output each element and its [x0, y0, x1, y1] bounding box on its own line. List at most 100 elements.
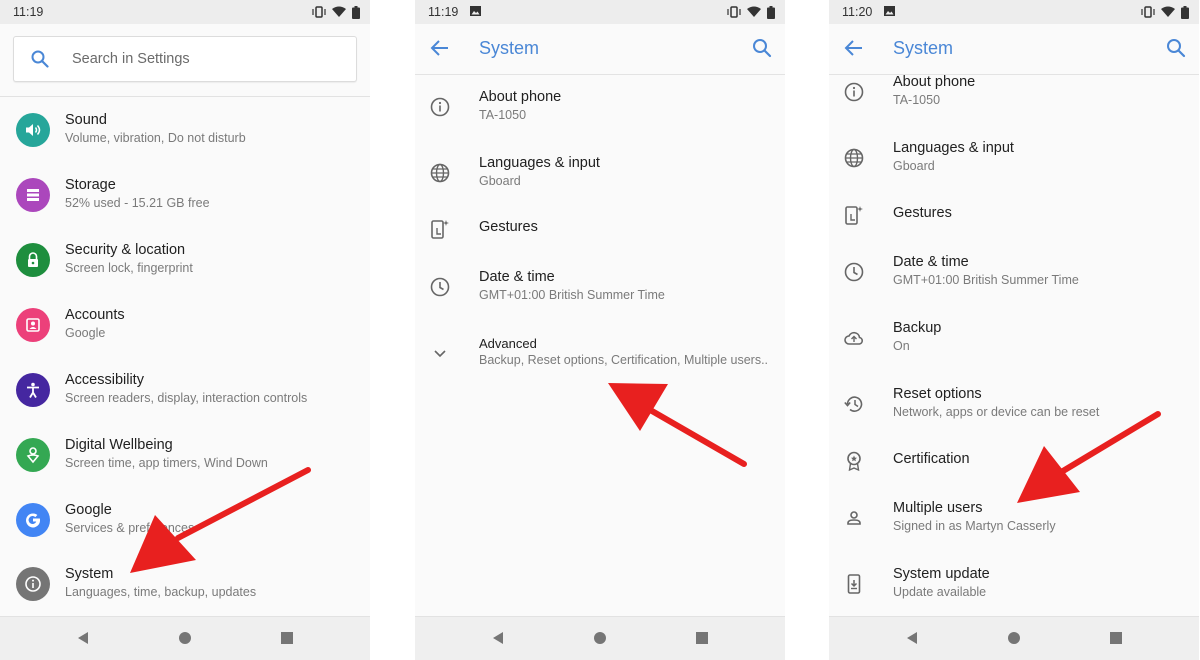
navigation-bar [0, 616, 370, 660]
status-bar: 11:20 [829, 0, 1199, 24]
nav-back-icon[interactable] [76, 631, 90, 645]
item-subtitle: Screen time, app timers, Wind Down [65, 456, 268, 470]
settings-item-accessibility[interactable]: Accessibility Screen readers, display, i… [0, 360, 370, 420]
system-item-about-phone[interactable]: About phone TA-1050 [415, 77, 785, 137]
wifi-icon [747, 6, 761, 17]
system-item-gestures[interactable]: Gestures [829, 185, 1199, 245]
status-bar: 11:19 [0, 0, 370, 24]
system-update-icon [847, 574, 861, 594]
item-subtitle: 52% used - 15.21 GB free [65, 196, 210, 210]
certificate-icon [847, 451, 861, 472]
battery-icon [1181, 5, 1189, 19]
navigation-bar [829, 616, 1199, 660]
item-title: Accounts [65, 307, 125, 323]
search-icon[interactable] [1166, 38, 1186, 58]
item-title: Storage [65, 177, 116, 193]
settings-search-bar[interactable]: Search in Settings [13, 36, 357, 82]
settings-item-accounts[interactable]: Accounts Google [0, 295, 370, 355]
divider [0, 96, 370, 97]
nav-back-icon[interactable] [905, 631, 919, 645]
settings-item-system[interactable]: System Languages, time, backup, updates [0, 554, 370, 614]
clock-icon [844, 262, 864, 282]
back-arrow-icon[interactable] [430, 39, 450, 57]
settings-item-security-location[interactable]: Security & location Screen lock, fingerp… [0, 230, 370, 290]
item-title: Reset options [893, 386, 982, 402]
status-time: 11:20 [842, 5, 873, 19]
system-item-advanced[interactable]: Advanced Backup, Reset options, Certific… [415, 323, 785, 383]
nav-back-icon[interactable] [491, 631, 505, 645]
settings-item-sound[interactable]: Sound Volume, vibration, Do not disturb [0, 100, 370, 160]
item-title: System [65, 566, 114, 582]
battery-icon [352, 5, 360, 19]
page-title: System [893, 38, 954, 58]
search-icon [31, 50, 49, 68]
status-icons [727, 5, 775, 19]
info-outline-icon [844, 82, 864, 102]
item-subtitle: Screen lock, fingerprint [65, 261, 193, 275]
status-icons [1141, 5, 1189, 19]
item-subtitle: Update available [893, 585, 987, 599]
system-item-reset-options[interactable]: Reset options Network, apps or device ca… [829, 374, 1199, 434]
system-item-backup[interactable]: Backup On [829, 308, 1199, 368]
lock-icon [16, 243, 50, 277]
system-item-multiple-users[interactable]: Multiple users Signed in as Martyn Casse… [829, 488, 1199, 548]
item-subtitle: Gboard [893, 159, 935, 173]
item-title: Gestures [479, 219, 538, 235]
item-subtitle: Volume, vibration, Do not disturb [65, 131, 246, 145]
item-title: Languages & input [479, 155, 600, 171]
chevron-down-icon [434, 350, 446, 358]
nav-recents-icon[interactable] [1110, 632, 1122, 644]
google-icon [16, 503, 50, 537]
nav-recents-icon[interactable] [281, 632, 293, 644]
item-subtitle: TA-1050 [479, 108, 527, 122]
system-item-system-update[interactable]: System update Update available [829, 554, 1199, 614]
globe-icon [844, 148, 864, 168]
system-item-languages-input[interactable]: Languages & input Gboard [829, 128, 1199, 188]
item-title: Gestures [893, 205, 952, 221]
back-arrow-icon[interactable] [844, 39, 864, 57]
item-subtitle: On [893, 339, 910, 353]
account-box-icon [16, 308, 50, 342]
nav-recents-icon[interactable] [696, 632, 708, 644]
wellbeing-icon [16, 438, 50, 472]
search-icon[interactable] [752, 38, 772, 58]
item-title: Date & time [479, 269, 555, 285]
search-placeholder: Search in Settings [72, 51, 190, 67]
system-item-gestures[interactable]: Gestures [415, 199, 785, 259]
image-notification-icon [470, 6, 481, 16]
nav-home-icon[interactable] [179, 632, 191, 644]
system-item-date-time[interactable]: Date & time GMT+01:00 British Summer Tim… [829, 242, 1199, 302]
status-time: 11:19 [13, 5, 44, 19]
info-outline-icon [430, 97, 450, 117]
item-subtitle: Gboard [479, 174, 521, 188]
item-title: Languages & input [893, 140, 1014, 156]
vibrate-icon [312, 6, 326, 18]
settings-item-storage[interactable]: Storage 52% used - 15.21 GB free [0, 165, 370, 225]
status-time: 11:19 [428, 5, 459, 19]
item-title: Sound [65, 112, 107, 128]
item-title: Accessibility [65, 372, 144, 388]
settings-item-google[interactable]: Google Services & preferences [0, 490, 370, 550]
item-subtitle: Screen readers, display, interaction con… [65, 391, 308, 405]
settings-item-digital-wellbeing[interactable]: Digital Wellbeing Screen time, app timer… [0, 425, 370, 485]
system-item-certification[interactable]: Certification [829, 431, 1199, 491]
system-item-languages-input[interactable]: Languages & input Gboard [415, 143, 785, 203]
system-item-date-time[interactable]: Date & time GMT+01:00 British Summer Tim… [415, 257, 785, 317]
accessibility-icon [16, 373, 50, 407]
globe-icon [430, 163, 450, 183]
battery-icon [767, 5, 775, 19]
item-title: Backup [893, 320, 942, 336]
system-screen: 11:19 System About phone TA-1050 Languag… [415, 0, 785, 660]
item-title: Certification [893, 451, 970, 467]
app-bar: System [829, 24, 1199, 75]
nav-home-icon[interactable] [1008, 632, 1020, 644]
settings-screen: 11:19 Search in Settings Sound Volume, v… [0, 0, 370, 660]
storage-icon [16, 178, 50, 212]
volume-icon [16, 113, 50, 147]
item-title: Advanced [479, 336, 537, 351]
nav-home-icon[interactable] [594, 632, 606, 644]
person-icon [847, 511, 861, 525]
info-icon [16, 567, 50, 601]
page-title: System [479, 38, 540, 58]
item-subtitle: Backup, Reset options, Certification, Mu… [479, 353, 769, 367]
